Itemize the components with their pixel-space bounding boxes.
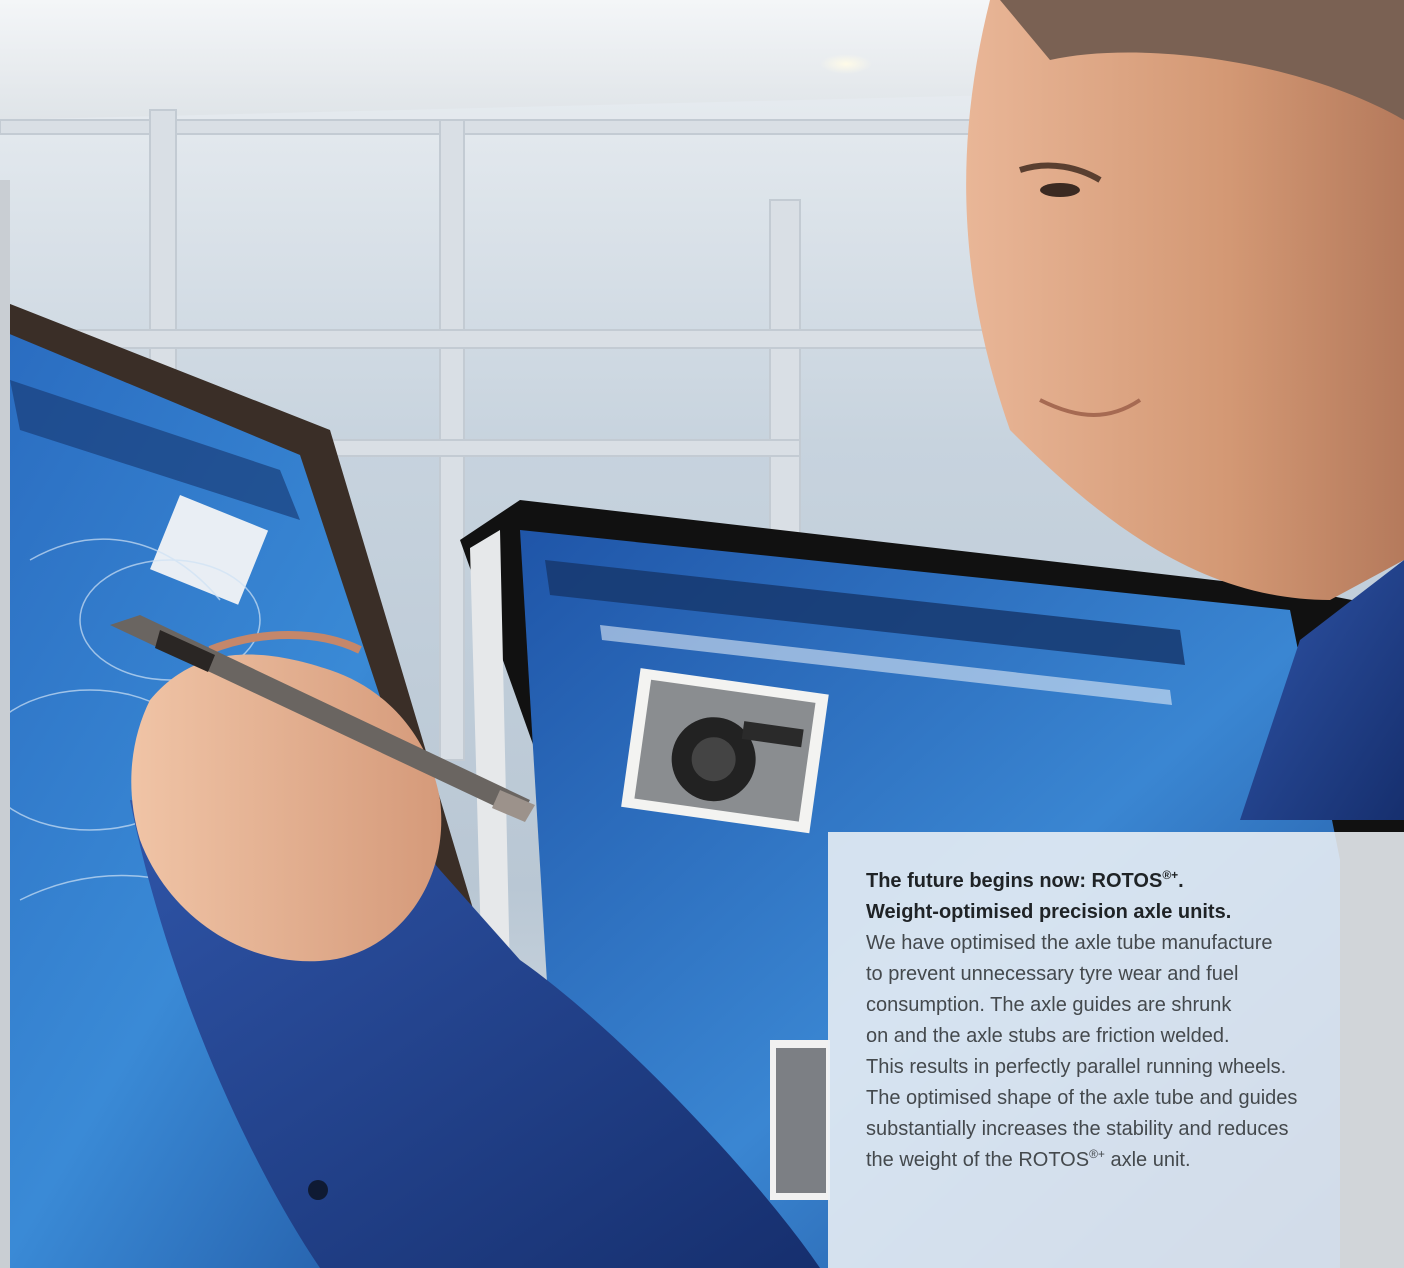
ceiling-lamp [820,54,872,74]
body-line: to prevent unnecessary tyre wear and fue… [866,963,1239,985]
body-last-line: the weight of the ROTOS®+ axle unit. [866,1147,1191,1171]
trademark-superscript: ®+ [1089,1147,1105,1161]
screen-photo-secondary [770,1040,830,1200]
body-line: The optimised shape of the axle tube and… [866,1087,1298,1109]
headline-line-2: Weight-optimised precision axle units. [866,901,1232,923]
body-line: This results in perfectly parallel runni… [866,1056,1287,1078]
headline-line-1: The future begins now: ROTOS®+. [866,868,1184,892]
screen-photo-axle [621,668,829,834]
body-line: We have optimised the axle tube manufact… [866,932,1273,954]
trademark-superscript: ®+ [1162,868,1179,882]
info-text-panel: The future begins now: ROTOS®+. Weight-o… [828,832,1404,1268]
body-line: consumption. The axle guides are shrunk [866,994,1232,1016]
body-line: substantially increases the stability an… [866,1118,1289,1140]
cuff-button [308,1180,328,1200]
left-edge-strip [0,180,10,1268]
body-line: on and the axle stubs are friction welde… [866,1025,1230,1047]
